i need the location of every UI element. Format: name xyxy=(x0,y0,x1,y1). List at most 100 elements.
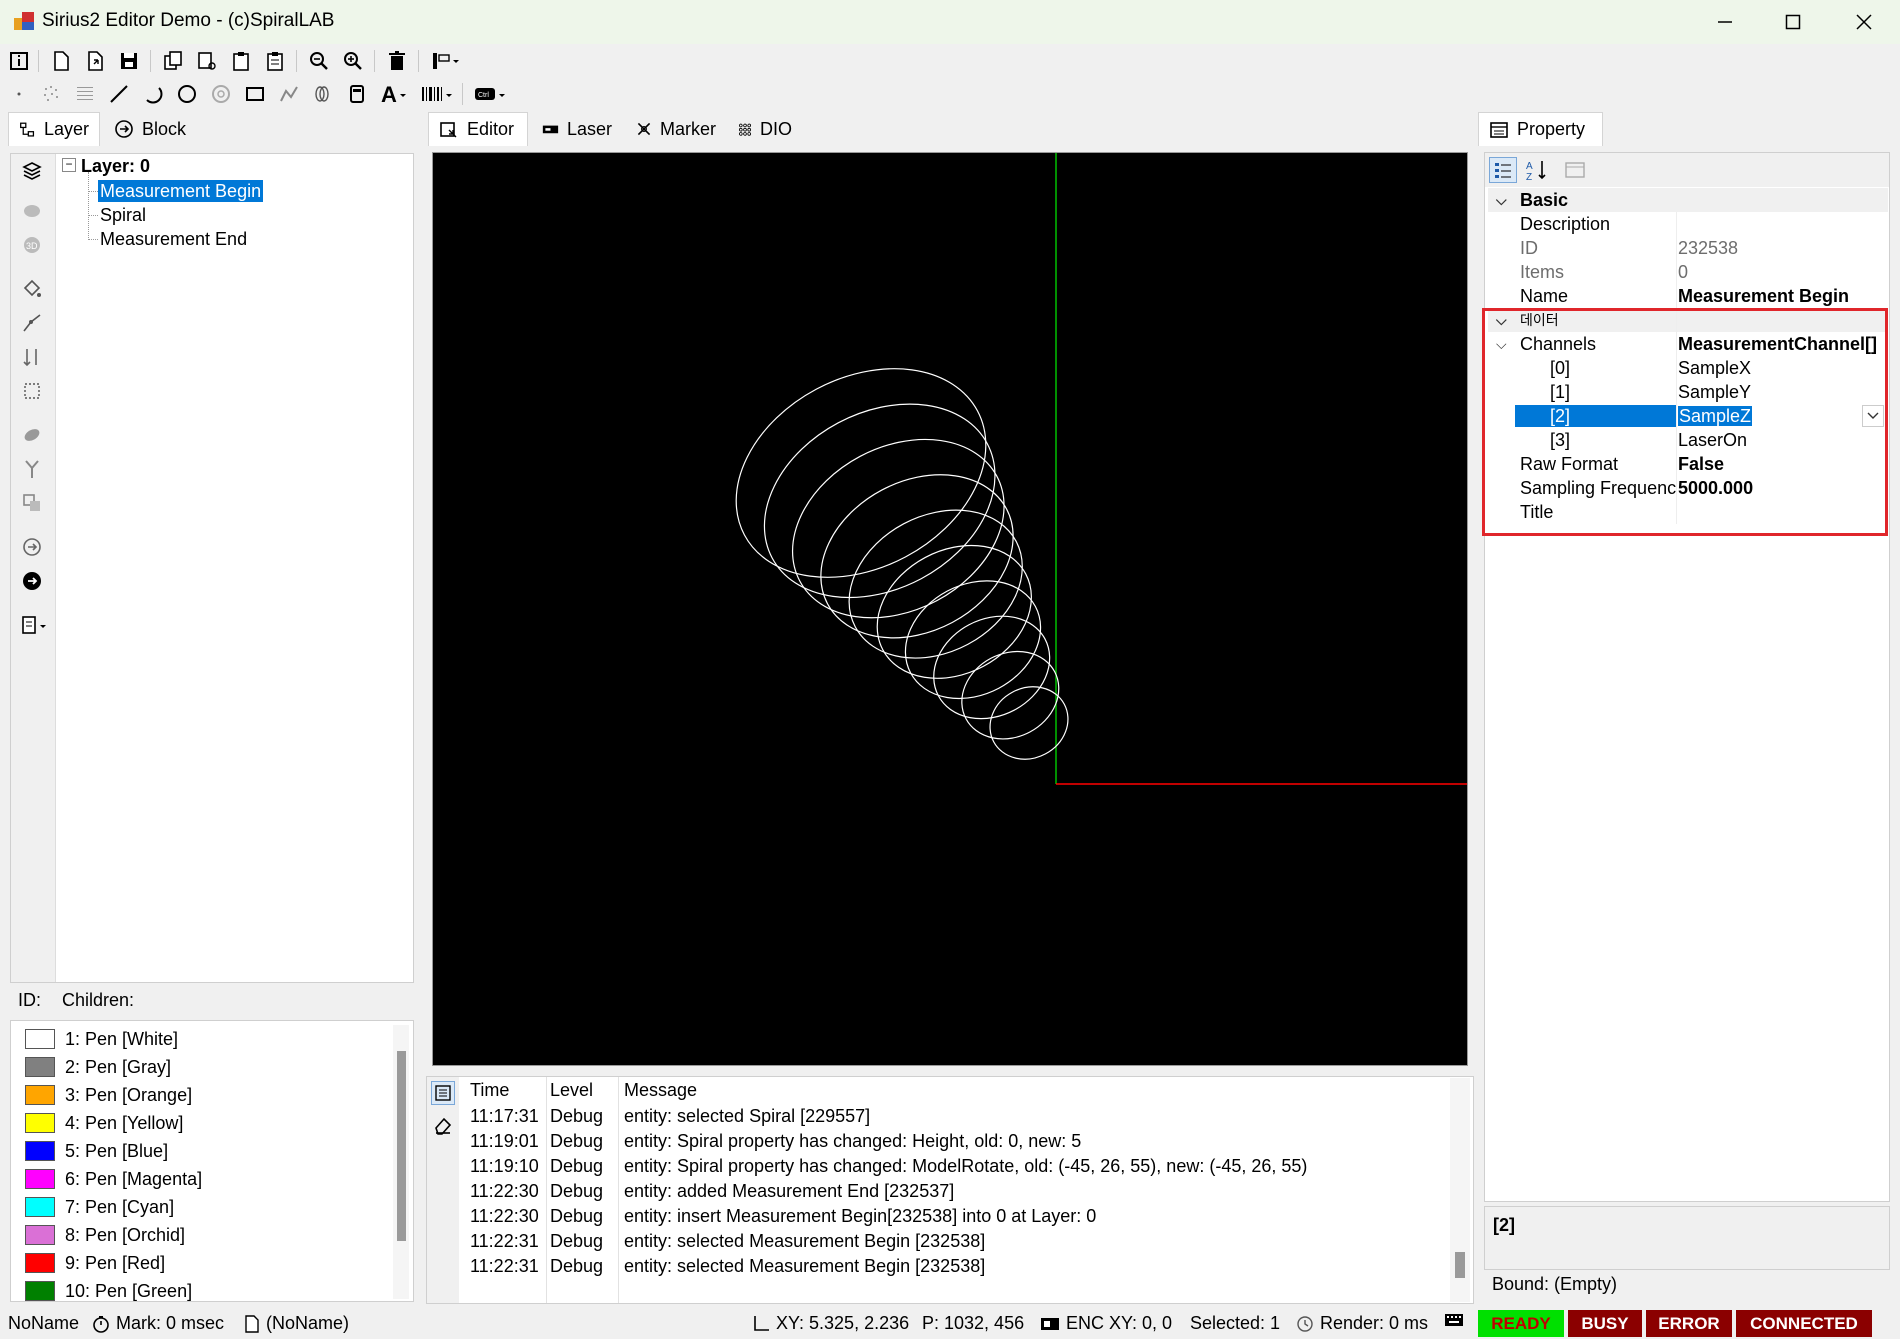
path-icon[interactable] xyxy=(19,310,45,336)
tree-item-measurement-begin[interactable]: Measurement Begin xyxy=(98,180,264,202)
tree-item-measurement-end[interactable]: Measurement End xyxy=(100,228,247,250)
line-icon[interactable] xyxy=(106,81,132,107)
log-row[interactable]: 11:19:10 Debug entity: Spiral property has… xyxy=(470,1154,1450,1179)
arc-icon[interactable] xyxy=(140,81,166,107)
prop-row-id[interactable]: ID 232538 xyxy=(1488,236,1888,260)
pen-color-swatch xyxy=(25,1253,55,1273)
cut-icon[interactable] xyxy=(194,48,220,74)
log-row[interactable]: 11:22:31 Debug entity: selected Measuremen… xyxy=(470,1229,1450,1254)
circle-icon[interactable] xyxy=(174,81,200,107)
pen-color-swatch xyxy=(25,1197,55,1217)
property-pages-icon[interactable] xyxy=(1561,157,1589,183)
sort-icon[interactable] xyxy=(19,344,45,370)
category-basic[interactable]: ⌵ Basic xyxy=(1488,188,1888,212)
log-row[interactable]: 11:17:31 Debug entity: selected Spiral [22… xyxy=(470,1104,1450,1129)
zoom-in-icon[interactable] xyxy=(340,48,366,74)
editor-canvas[interactable] xyxy=(432,152,1468,1066)
tree-item-spiral[interactable]: Spiral xyxy=(100,204,146,226)
copy-icon[interactable] xyxy=(160,48,186,74)
tab-dio[interactable]: DIO xyxy=(728,112,802,146)
zoom-out-icon[interactable] xyxy=(306,48,332,74)
spiral-icon[interactable] xyxy=(310,81,336,107)
description-title: [2] xyxy=(1493,1215,1515,1235)
link-icon[interactable] xyxy=(19,422,45,448)
point-icon[interactable] xyxy=(6,81,32,107)
next-icon[interactable] xyxy=(19,568,45,594)
open-file-icon[interactable] xyxy=(82,48,108,74)
pen-item[interactable]: 2: Pen [Gray] xyxy=(25,1053,171,1081)
barcode-dropdown-icon[interactable] xyxy=(418,81,458,107)
rotate-icon[interactable] xyxy=(19,534,45,560)
log-row[interactable]: 11:22:31 Debug entity: selected Measuremen… xyxy=(470,1254,1450,1279)
log-row[interactable]: 11:19:01 Debug entity: Spiral property has… xyxy=(470,1129,1450,1154)
new-file-icon[interactable] xyxy=(48,48,74,74)
paste-icon[interactable] xyxy=(228,48,254,74)
layers-icon[interactable] xyxy=(19,158,45,184)
raster-icon[interactable] xyxy=(72,81,98,107)
paste-array-icon[interactable] xyxy=(262,48,288,74)
pen-item[interactable]: 1: Pen [White] xyxy=(25,1025,178,1053)
image-icon[interactable] xyxy=(344,81,370,107)
document-dropdown-icon[interactable] xyxy=(19,612,53,638)
tree-root-layer[interactable]: Layer: 0 xyxy=(81,155,150,177)
pen-item[interactable]: 6: Pen [Magenta] xyxy=(25,1165,202,1193)
pen-item[interactable]: 4: Pen [Yellow] xyxy=(25,1109,183,1137)
bounds-icon[interactable] xyxy=(19,378,45,404)
3d-icon[interactable]: 3D xyxy=(19,232,45,258)
sort-az-icon[interactable]: AZ xyxy=(1523,157,1551,183)
prop-value[interactable]: Measurement Begin xyxy=(1678,284,1878,308)
merge-icon[interactable] xyxy=(19,490,45,516)
trepan-icon[interactable] xyxy=(208,81,234,107)
pen-item[interactable]: 7: Pen [Cyan] xyxy=(25,1193,174,1221)
rectangle-icon[interactable] xyxy=(242,81,268,107)
points-icon[interactable] xyxy=(38,81,64,107)
prop-row-name[interactable]: Name Measurement Begin xyxy=(1488,284,1888,308)
pen-list-scrollbar[interactable] xyxy=(393,1025,409,1299)
clock-icon xyxy=(1297,1315,1313,1332)
prop-row-items[interactable]: Items 0 xyxy=(1488,260,1888,284)
chevron-down-icon[interactable]: ⌵ xyxy=(1496,188,1507,212)
group-icon[interactable] xyxy=(19,198,45,224)
log-list-icon[interactable] xyxy=(431,1081,455,1105)
save-icon[interactable] xyxy=(116,48,142,74)
category-basic-label: Basic xyxy=(1520,190,1569,210)
maximize-button[interactable] xyxy=(1758,0,1828,44)
log-header-time[interactable]: Time xyxy=(470,1080,509,1101)
drawing-surface[interactable] xyxy=(433,153,1467,1065)
scrollbar-thumb[interactable] xyxy=(397,1051,406,1241)
pen-item[interactable]: 9: Pen [Red] xyxy=(25,1249,165,1277)
tab-marker[interactable]: Marker xyxy=(626,112,726,146)
tab-layer[interactable]: Layer xyxy=(8,112,100,146)
pen-color-swatch xyxy=(25,1057,55,1077)
log-header-level[interactable]: Level xyxy=(550,1080,593,1101)
align-dropdown-icon[interactable] xyxy=(428,48,464,74)
info-icon[interactable] xyxy=(6,48,32,74)
polyline-icon[interactable] xyxy=(276,81,302,107)
pen-item[interactable]: 8: Pen [Orchid] xyxy=(25,1221,185,1249)
log-scrollbar[interactable] xyxy=(1450,1078,1470,1302)
pen-item[interactable]: 10: Pen [Green] xyxy=(25,1277,192,1301)
branch-icon[interactable] xyxy=(19,456,45,482)
log-header-message[interactable]: Message xyxy=(624,1080,697,1101)
collapse-toggle-icon[interactable]: − xyxy=(62,158,76,172)
prop-row-description[interactable]: Description xyxy=(1488,212,1888,236)
fill-icon[interactable] xyxy=(19,276,45,302)
tab-block[interactable]: Block xyxy=(104,112,204,146)
tab-property[interactable]: Property xyxy=(1478,112,1603,146)
tab-laser[interactable]: Laser xyxy=(532,112,622,146)
ctrl-dropdown-icon[interactable]: Ctrl xyxy=(472,81,512,107)
pen-item[interactable]: 5: Pen [Blue] xyxy=(25,1137,168,1165)
log-scrollbar-thumb[interactable] xyxy=(1455,1252,1465,1278)
close-button[interactable] xyxy=(1828,0,1900,44)
prop-value[interactable]: 232538 xyxy=(1678,236,1878,260)
log-row[interactable]: 11:22:30 Debug entity: added Measurement E… xyxy=(470,1179,1450,1204)
pen-item[interactable]: 3: Pen [Orange] xyxy=(25,1081,192,1109)
log-row[interactable]: 11:22:30 Debug entity: insert Measurement … xyxy=(470,1204,1450,1229)
categorized-icon[interactable] xyxy=(1489,157,1517,183)
delete-icon[interactable] xyxy=(384,48,410,74)
eraser-icon[interactable] xyxy=(431,1113,455,1137)
prop-value[interactable]: 0 xyxy=(1678,260,1878,284)
text-dropdown-icon[interactable]: A xyxy=(378,81,412,107)
tab-editor[interactable]: Editor xyxy=(428,112,528,146)
minimize-button[interactable] xyxy=(1690,0,1760,44)
